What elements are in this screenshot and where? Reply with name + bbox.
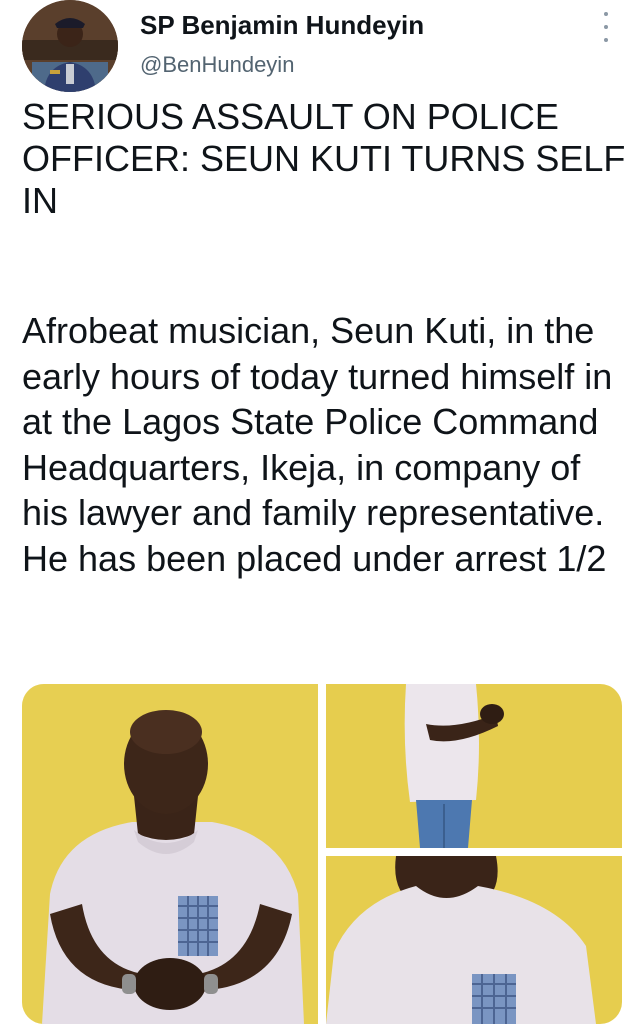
author-handle[interactable]: @BenHundeyin <box>140 52 294 78</box>
photo-side-profile[interactable] <box>326 684 622 848</box>
photo-closeup-shirt[interactable] <box>326 856 622 1024</box>
media-grid <box>22 684 622 1024</box>
avatar[interactable] <box>22 0 118 92</box>
more-dot <box>604 25 608 29</box>
more-dot <box>604 38 608 42</box>
photo-portrait[interactable] <box>22 684 318 1024</box>
author-name[interactable]: SP Benjamin Hundeyin <box>140 10 424 41</box>
tweet-body: Afrobeat musician, Seun Kuti, in the ear… <box>22 310 613 579</box>
more-vertical-icon[interactable] <box>596 10 616 44</box>
tweet-headline: SERIOUS ASSAULT ON POLICE OFFICER: SEUN … <box>22 96 626 221</box>
tweet-text: SERIOUS ASSAULT ON POLICE OFFICER: SEUN … <box>22 96 632 581</box>
more-dot <box>604 12 608 16</box>
